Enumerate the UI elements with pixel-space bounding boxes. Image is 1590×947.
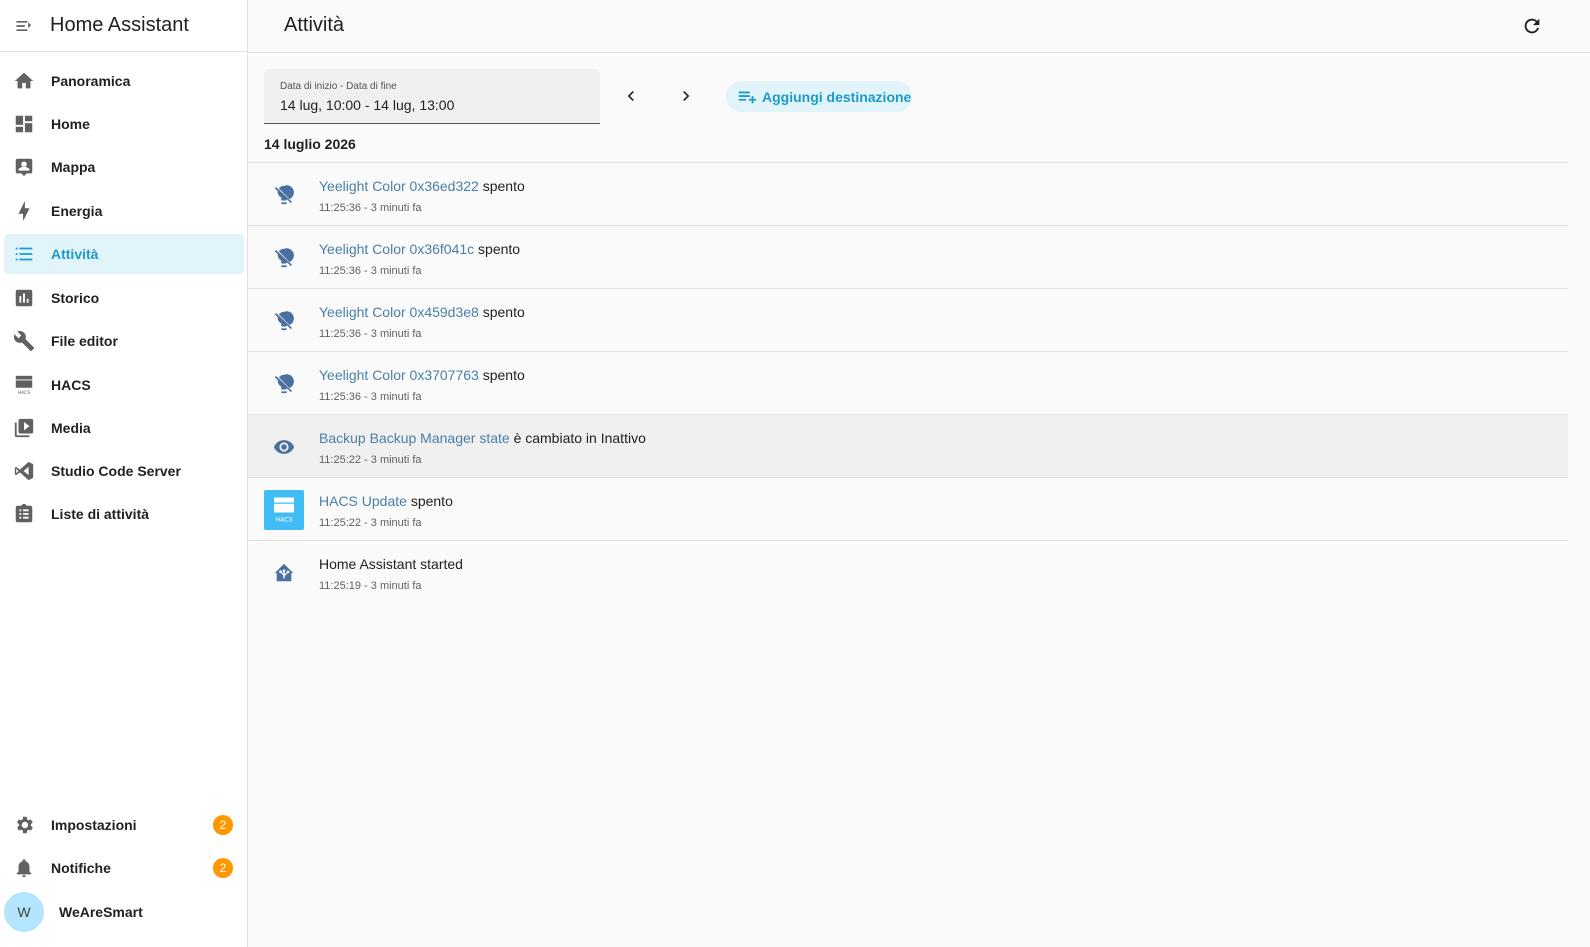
logbook-list: Yeelight Color 0x36ed322 spento 11:25:36… [248,162,1568,603]
entry-time: 11:25:36 - 3 minuti fa [319,202,422,214]
date-range-value: 14 lug, 10:00 - 14 lug, 13:00 [280,97,455,113]
sidebar-item-attivita[interactable]: Attività [4,234,244,274]
sidebar-item-label: Mappa [51,159,96,175]
list-item: HACS HACS Update spento 11:25:22 - 3 min… [248,477,1568,540]
entry-time: 11:25:36 - 3 minuti fa [319,391,422,403]
sidebar: Home Assistant Panoramica Home Mappa Ene… [0,0,248,947]
entry-message: spento [482,178,525,194]
sidebar-item-label: Liste di attività [51,506,150,522]
map-person-icon [12,155,36,179]
sidebar-item-label: Studio Code Server [51,463,181,479]
sidebar-item-label: Notifiche [51,860,111,876]
sidebar-item-label: Attività [51,246,99,262]
home-assistant-icon [272,561,296,585]
sidebar-item-label: Impostazioni [51,817,137,833]
sidebar-item-storico[interactable]: Storico [4,278,244,318]
hacs-icon: HACS [264,490,304,530]
chevron-right-icon [683,91,690,101]
sidebar-item-label: Storico [51,290,100,306]
entry-time: 11:25:36 - 3 minuti fa [319,328,422,340]
day-heading: 14 luglio 2026 [264,136,356,152]
list-item: Yeelight Color 0x36ed322 spento 11:25:36… [248,162,1568,225]
sidebar-item-energia[interactable]: Energia [4,191,244,231]
menu-collapse-icon[interactable] [12,14,36,38]
sidebar-item-home[interactable]: Home [4,104,244,144]
svg-text:HACS: HACS [275,516,292,523]
sidebar-item-label: Home [51,116,90,132]
user-profile[interactable]: W WeAreSmart [4,892,244,932]
user-name: WeAreSmart [59,904,143,920]
sidebar-item-studio-code-server[interactable]: Studio Code Server [4,451,244,491]
entity-link[interactable]: Yeelight Color 0x36f041c [319,241,474,257]
lightbulb-off-icon [272,183,296,207]
vscode-icon [12,459,36,483]
clipboard-list-icon [12,502,36,526]
avatar: W [4,892,44,932]
gear-icon [12,813,36,837]
bell-icon [12,856,36,880]
logbook-list-icon [12,242,36,266]
eye-icon [272,435,296,459]
list-item: Home Assistant started 11:25:19 - 3 minu… [248,540,1568,603]
sidebar-item-label: HACS [51,377,91,393]
sidebar-item-label: Energia [51,203,103,219]
play-box-icon [12,416,36,440]
entry-message: spento [478,241,521,257]
dashboard-icon [12,112,36,136]
list-item: Yeelight Color 0x36f041c spento 11:25:36… [248,225,1568,288]
chevron-left-icon [627,91,634,101]
entity-link[interactable]: Yeelight Color 0x36ed322 [319,178,479,194]
entity-link[interactable]: HACS Update [319,493,407,509]
next-range-button[interactable] [674,84,698,108]
sidebar-item-hacs[interactable]: HACS HACS [4,365,244,405]
svg-text:HACS: HACS [18,390,31,396]
entry-time: 11:25:22 - 3 minuti fa [319,454,422,466]
list-item: Backup Backup Manager state è cambiato i… [248,414,1568,477]
sidebar-item-label: Panoramica [51,73,131,89]
add-target-button[interactable]: Aggiungi destinazione [726,81,912,112]
lightbulb-off-icon [272,372,296,396]
sidebar-header: Home Assistant [0,0,247,52]
list-item: Yeelight Color 0x3707763 spento 11:25:36… [248,351,1568,414]
top-bar: Attività [248,0,1590,53]
date-range-picker[interactable]: Data di inizio - Data di fine 14 lug, 10… [264,69,600,124]
playlist-plus-icon [736,86,758,108]
sidebar-item-liste-di-attivita[interactable]: Liste di attività [4,494,244,534]
date-range-label: Data di inizio - Data di fine [280,81,397,92]
entity-link[interactable]: Yeelight Color 0x3707763 [319,367,479,383]
lightbulb-off-icon [272,246,296,270]
entry-message: spento [482,304,525,320]
notifications-badge: 2 [213,858,233,878]
sidebar-item-panoramica[interactable]: Panoramica [4,61,244,101]
wrench-icon [12,329,36,353]
sidebar-item-mappa[interactable]: Mappa [4,147,244,187]
entity-link[interactable]: Yeelight Color 0x459d3e8 [319,304,479,320]
entry-message: spento [482,367,525,383]
entry-message: spento [410,493,453,509]
entry-time: 11:25:36 - 3 minuti fa [319,265,422,277]
entry-message: Home Assistant started [319,556,463,572]
sidebar-item-impostazioni[interactable]: Impostazioni 2 [4,805,244,845]
lightbulb-off-icon [272,309,296,333]
entry-time: 11:25:22 - 3 minuti fa [319,517,422,529]
page-title: Attività [284,14,345,36]
previous-range-button[interactable] [619,84,643,108]
entry-message: è cambiato in Inattivo [513,430,646,446]
settings-badge: 2 [213,815,233,835]
sidebar-item-notifiche[interactable]: Notifiche 2 [4,848,244,888]
entry-time: 11:25:19 - 3 minuti fa [319,580,422,592]
sidebar-item-label: Media [51,420,91,436]
list-item: Yeelight Color 0x459d3e8 spento 11:25:36… [248,288,1568,351]
refresh-icon[interactable] [1520,14,1544,38]
lightning-icon [12,199,36,223]
chart-bar-icon [12,286,36,310]
sidebar-item-file-editor[interactable]: File editor [4,321,244,361]
home-icon [12,69,36,93]
add-target-label: Aggiungi destinazione [762,88,912,105]
hacs-icon: HACS [12,373,36,397]
entity-link[interactable]: Backup Backup Manager state [319,430,510,446]
sidebar-item-media[interactable]: Media [4,408,244,448]
sidebar-item-label: File editor [51,333,118,349]
app-title: Home Assistant [50,14,189,36]
